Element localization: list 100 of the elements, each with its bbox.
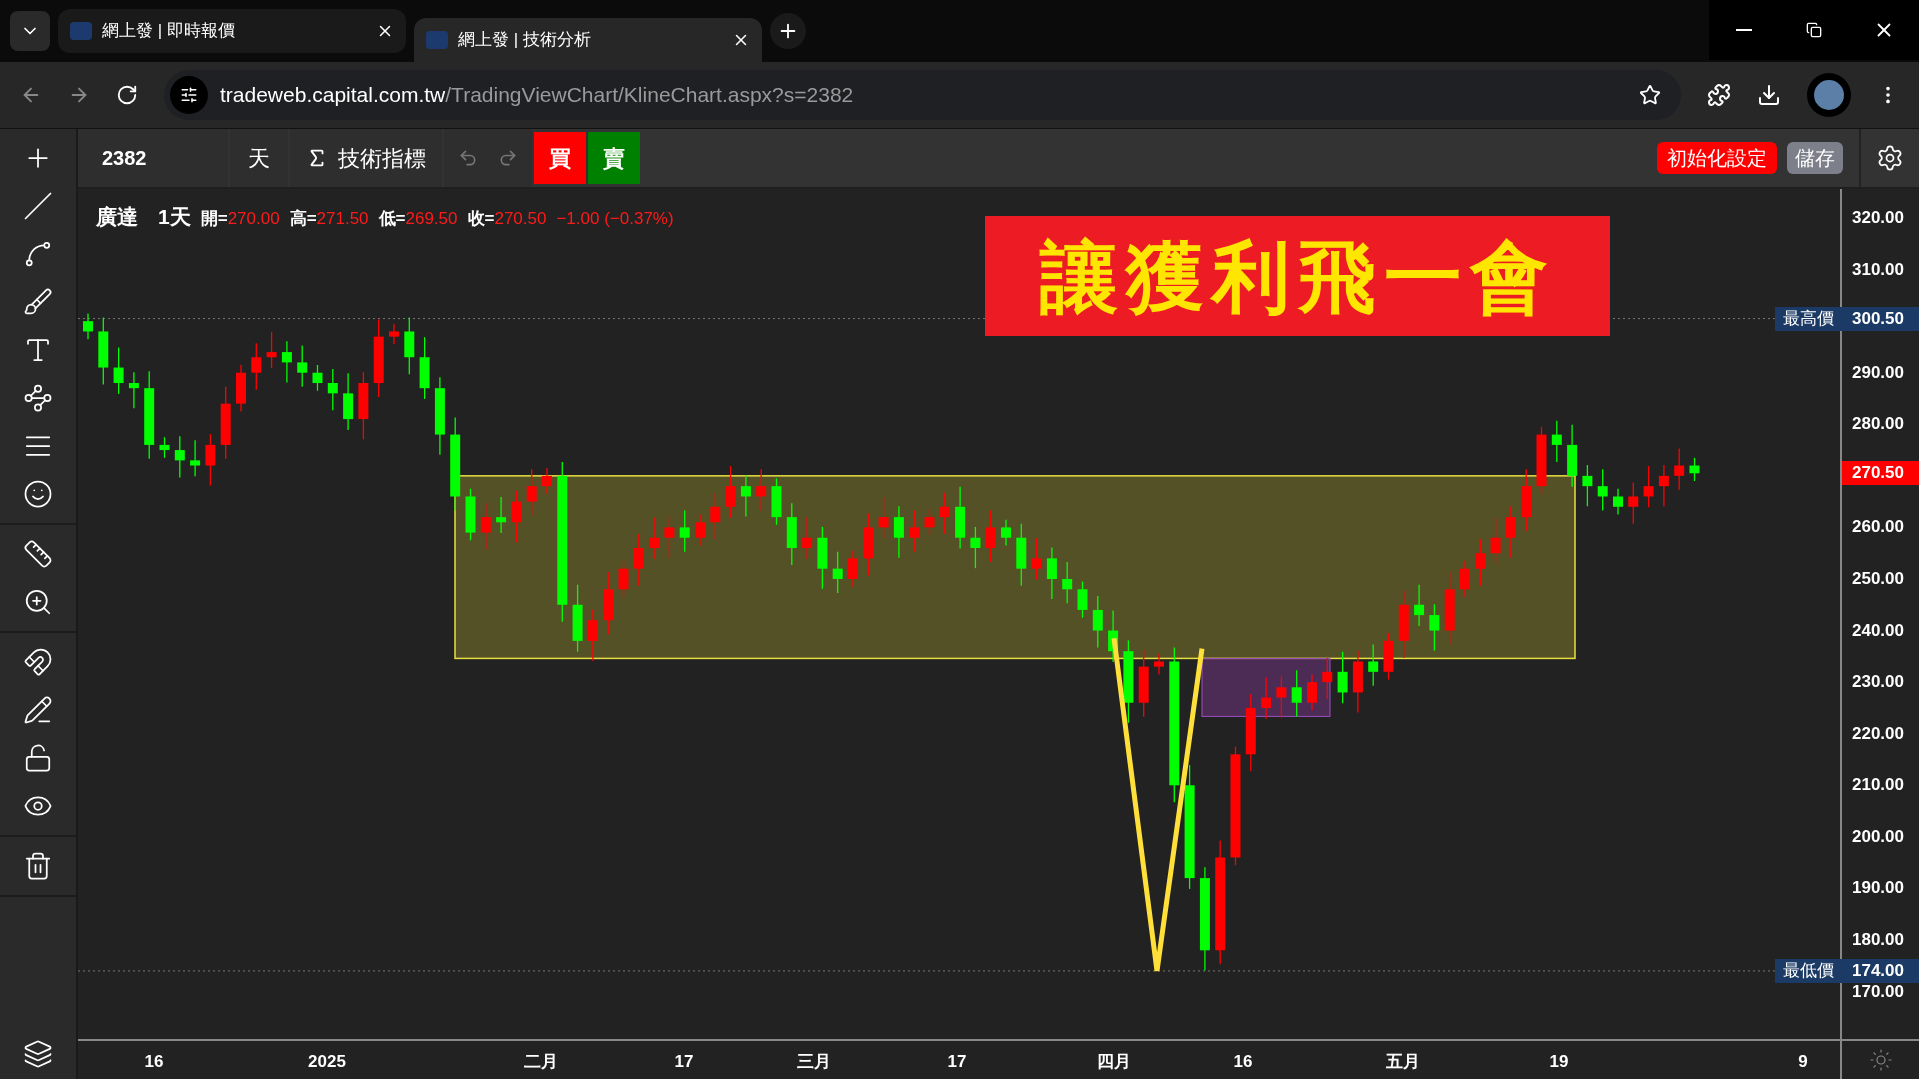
candlestick (1276, 675, 1287, 719)
brush-icon[interactable] (23, 287, 53, 317)
price-tick: 200.00 (1852, 826, 1904, 849)
candlestick (327, 368, 338, 411)
candlestick (939, 492, 950, 535)
candlestick (893, 505, 904, 559)
download-icon[interactable] (1757, 83, 1781, 107)
pencil-icon[interactable] (23, 695, 53, 725)
time-label: 19 (1549, 1051, 1569, 1073)
price-tick: 190.00 (1852, 877, 1904, 900)
candlestick (970, 526, 981, 569)
zoom-in-icon[interactable] (23, 587, 53, 617)
buy-button[interactable]: 買 (534, 132, 586, 184)
price-tick: 240.00 (1852, 619, 1904, 642)
range-rectangle[interactable] (454, 475, 1576, 660)
candlestick (664, 515, 675, 559)
candlestick (1475, 538, 1486, 587)
indicators-button[interactable]: 技術指標 (290, 129, 442, 187)
marker-label: 最低價 (1775, 958, 1842, 983)
candlestick (618, 560, 629, 598)
candlestick (1398, 590, 1409, 659)
trash-icon[interactable] (23, 851, 53, 881)
tab-title: 網上發 | 技術分析 (458, 29, 592, 52)
candlestick (1551, 420, 1562, 463)
new-tab-button[interactable] (770, 13, 806, 49)
candlestick (297, 344, 308, 388)
candlestick (985, 509, 996, 563)
pattern-icon[interactable] (23, 383, 53, 413)
reload-icon[interactable] (116, 84, 138, 106)
candlestick (1597, 468, 1608, 512)
candlestick (909, 509, 920, 553)
layers-icon[interactable] (23, 1039, 53, 1069)
candlestick (1108, 609, 1119, 663)
time-label: 四月 (1097, 1051, 1131, 1073)
candlestick (159, 436, 170, 459)
price-tick: 260.00 (1852, 516, 1904, 539)
candlestick (710, 492, 721, 540)
candlestick (174, 435, 185, 479)
site-info-icon[interactable] (170, 76, 208, 114)
extensions-icon[interactable] (1707, 83, 1731, 107)
line-tool-icon[interactable] (23, 191, 53, 221)
consolidation-rectangle[interactable] (1201, 657, 1331, 717)
candlestick (205, 433, 216, 487)
price-tick: 210.00 (1852, 774, 1904, 797)
sell-button[interactable]: 賣 (588, 132, 640, 184)
time-label: 17 (674, 1051, 694, 1073)
url-text: tradeweb.capital.com.tw/TradingViewChart/KlineChart.aspx?s=2382 (220, 82, 855, 109)
candlestick (572, 584, 583, 653)
candlestick (312, 364, 323, 392)
candlestick (725, 465, 736, 519)
candlestick (878, 496, 889, 539)
candlestick (1490, 516, 1501, 565)
settings-icon[interactable] (1876, 144, 1904, 172)
time-label: 二月 (524, 1051, 558, 1073)
magnet-icon[interactable] (23, 647, 53, 677)
redo-icon[interactable] (498, 148, 518, 168)
interval-label: 1天 (158, 204, 191, 230)
candlestick (771, 477, 782, 526)
candlestick (633, 533, 644, 587)
profile-avatar[interactable] (1807, 73, 1851, 117)
reset-button[interactable]: 初始化設定 (1657, 142, 1777, 174)
price-change: −1.00 (−0.37%) (556, 208, 674, 230)
v-shape-line[interactable] (1111, 637, 1205, 974)
candlestick (832, 551, 843, 594)
address-bar[interactable]: tradeweb.capital.com.tw/TradingViewChart/KlineChart.aspx?s=2382 (164, 70, 1681, 120)
candlestick (419, 336, 430, 400)
stock-name: 廣達 (96, 204, 138, 230)
ruler-icon[interactable] (23, 539, 53, 569)
candlestick (113, 346, 124, 395)
browser-tab[interactable]: 網上發 | 技術分析 (414, 18, 762, 62)
smiley-icon[interactable] (23, 479, 53, 509)
interval-button[interactable]: 天 (230, 129, 288, 187)
candlestick (1414, 584, 1425, 627)
candlestick (128, 371, 139, 409)
candlestick (511, 490, 522, 544)
candlestick (1291, 669, 1302, 718)
undo-icon[interactable] (458, 148, 478, 168)
candlestick (1460, 560, 1470, 598)
candlestick (1613, 488, 1623, 516)
site-logo-icon (70, 22, 92, 40)
candlestick (480, 502, 491, 551)
candlestick (756, 468, 767, 512)
candlestick (1337, 651, 1348, 704)
time-label: 9 (1798, 1051, 1808, 1073)
unlock-icon[interactable] (23, 743, 53, 773)
candlestick (281, 340, 292, 384)
symbol-field[interactable]: 2382 (78, 129, 228, 187)
browser-tab[interactable]: 網上發 | 即時報價 (58, 9, 406, 53)
candlestick (1429, 603, 1440, 652)
save-button[interactable]: 儲存 (1787, 142, 1843, 174)
bookmark-star-icon[interactable] (1639, 84, 1661, 106)
candlestick (679, 509, 690, 553)
price-tick: 280.00 (1852, 413, 1904, 436)
time-label: 17 (947, 1051, 967, 1073)
candlestick (465, 488, 476, 541)
candlestick (786, 502, 797, 566)
candlestick (1536, 426, 1547, 495)
candlestick (496, 496, 507, 534)
theme-icon[interactable] (1868, 1048, 1893, 1072)
time-label: 2025 (308, 1051, 346, 1073)
